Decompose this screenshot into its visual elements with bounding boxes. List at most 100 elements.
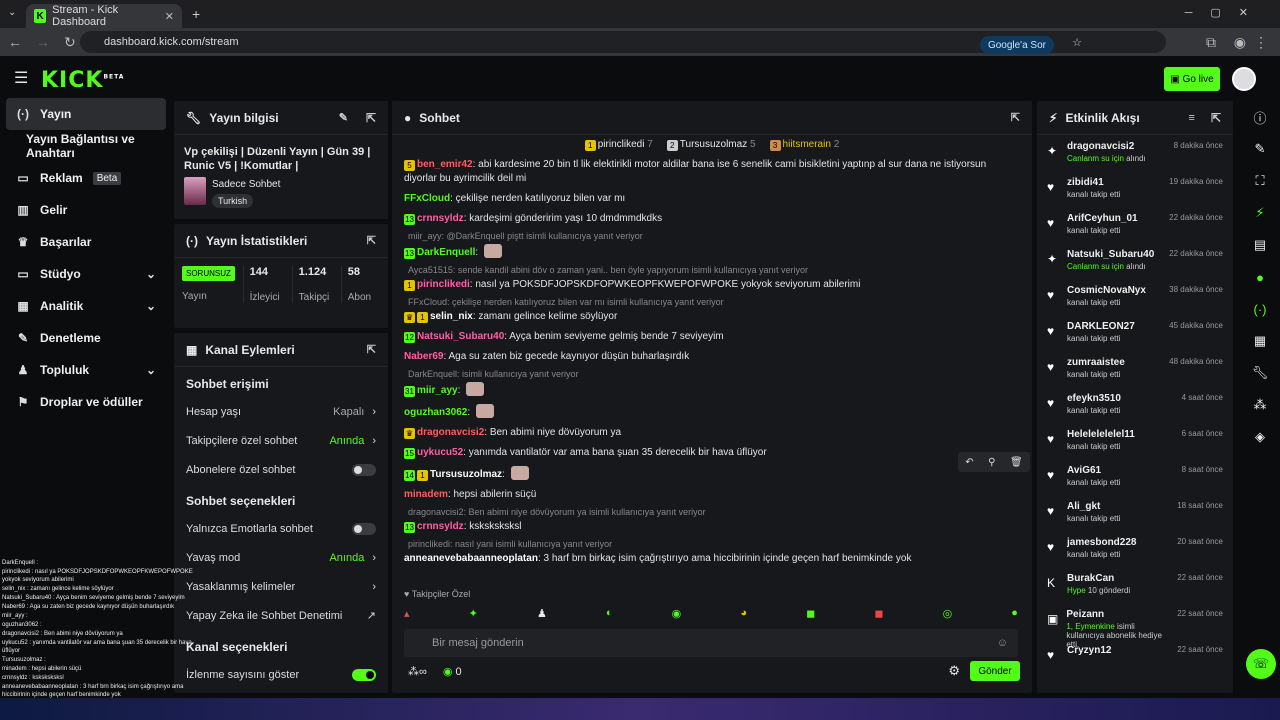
kick-logo[interactable]: KICKBETA [41,68,124,93]
reply-context[interactable]: DarkEnquell: isimli kullanıcıya yanıt ve… [392,367,1032,379]
grid-rail-icon[interactable]: ▦ [1240,325,1280,357]
chat-username[interactable]: dragonavcisi2 [417,427,484,438]
feed-username[interactable]: zumraaistee [1067,357,1125,368]
feed-username[interactable]: BurakCan [1067,573,1130,584]
emote-only-toggle[interactable] [352,522,376,535]
support-chat-icon[interactable]: ☏ [1246,649,1276,679]
stats-popout-icon[interactable]: ⇱ [367,234,376,247]
feed-username[interactable]: dragonavcisi2 [1067,141,1146,152]
chat-message[interactable]: 15 uykucu52: yanımda vantilatör var ama b… [392,443,1032,463]
lightning-rail-icon[interactable]: ⚡︎ [1240,197,1280,229]
chat-username[interactable]: Naber69 [404,351,443,362]
top-gifter-1[interactable]: 1 pirinclikedi 7 [584,139,653,151]
emote-icon[interactable]: ◉ [672,607,682,620]
subs-only-toggle[interactable] [352,463,376,476]
emote-icon[interactable]: ♟ [537,607,547,620]
emote-icon[interactable]: ◕ [740,607,747,620]
sidebar-item-7[interactable]: ✎ Denetleme [0,322,172,354]
chat-username[interactable]: FFxCloud [404,193,450,204]
chat-username[interactable]: crnnsyldz [417,521,464,532]
browser-tab[interactable]: K Stream - Kick Dashboard ✕ [26,4,182,28]
user-avatar[interactable] [1232,67,1256,91]
chat-username[interactable]: pirinclikedi [417,279,470,290]
feed-username[interactable]: AviG61 [1067,465,1120,476]
fullscreen-icon[interactable]: ⛶ [1240,165,1280,197]
delete-action-icon[interactable]: 🗑︎ [1010,457,1023,468]
cluster-infinity-icon[interactable]: ⁂∞ [408,665,427,678]
reload-icon[interactable]: ↻ [64,34,76,51]
category-thumbnail[interactable] [184,177,206,205]
feed-username[interactable]: Ali_gkt [1067,501,1120,512]
feed-item[interactable]: ♥ AviG61 kanalı takip etti 8 saat önce [1037,459,1233,495]
chat-popout-icon[interactable]: ⇱ [1011,111,1020,124]
emote-icon[interactable]: ◎ [943,607,953,620]
feed-username[interactable]: Peizann [1066,609,1169,620]
slow-mode-row[interactable]: Yavaş mod Anında › [174,543,388,572]
forward-icon[interactable]: → [36,34,50,50]
chat-message[interactable]: 1 pirinclikedi: nasıl ya POKSDFJOPSKDFOPW… [392,275,1032,295]
emote-icon[interactable]: ✦ [469,607,478,620]
sidebar-item-4[interactable]: ♛ Başarılar [0,226,172,258]
chat-username[interactable]: selin_nix [430,311,473,322]
feed-username[interactable]: jamesbond228 [1067,537,1136,548]
edit-pencil-icon[interactable]: ✎ [339,111,348,124]
reply-context[interactable]: Ayca51515: sende kandil abini döv o zama… [392,263,1032,275]
chat-message[interactable]: oguzhan3062: [392,401,1032,423]
feed-item[interactable]: K BurakCan Hype 10 gönderdi 22 saat önce [1037,567,1233,603]
emoji-picker-icon[interactable]: ☺ [997,637,1008,649]
chat-message[interactable]: anneanevebabaanneoplatan: 3 harf brn bir… [392,549,1032,569]
emote-icon[interactable]: ◼ [806,607,815,620]
chat-username[interactable]: Tursusuzolmaz [430,469,502,480]
document-icon[interactable]: ▤ [1240,229,1280,261]
diamond-rail-icon[interactable]: ◈ [1240,421,1280,453]
chat-username[interactable]: crnnsyldz [417,213,464,224]
chat-username[interactable]: anneanevebabaanneoplatan [404,553,538,564]
chat-message[interactable]: FFxCloud: çekilişe nerden katılıyoruz bi… [392,189,1032,209]
google-sor-button[interactable]: Google'a Sor [979,36,1054,54]
reply-context[interactable]: dragonavcisi2: Ben abimi niye dövüyorum … [392,505,1032,517]
sidebar-item-6[interactable]: ▦ Analitik ⌄ [0,290,172,322]
chat-message[interactable]: 31 miir_ayy: [392,379,1032,401]
feed-username[interactable]: Cryzyn12 [1067,645,1111,656]
send-button[interactable]: Gönder [970,661,1020,681]
feed-username[interactable]: efeykn3510 [1067,393,1121,404]
feed-popout-icon[interactable]: ⇱ [1211,111,1221,125]
chat-rail-icon[interactable]: ● [1240,261,1280,293]
sidebar-item-5[interactable]: ▭ Stüdyo ⌄ [0,258,172,290]
feed-item[interactable]: ♥ efeykn3510 kanalı takip etti 4 saat ön… [1037,387,1233,423]
extensions-icon[interactable]: ⧉ [1206,34,1216,51]
feed-username[interactable]: ArifCeyhun_01 [1067,213,1138,224]
popout-icon[interactable]: ⇱ [366,111,376,125]
cluster-rail-icon[interactable]: ⁂ [1240,389,1280,421]
feed-item[interactable]: ♥ ArifCeyhun_01 kanalı takip etti 22 dak… [1037,207,1233,243]
feed-item[interactable]: ♥ zumraaistee kanalı takip etti 48 dakik… [1037,351,1233,387]
banned-words-row[interactable]: Yasaklanmış kelimeler › [174,572,388,601]
reply-action-icon[interactable]: ↶ [965,457,973,468]
feed-item[interactable]: ♥ Ali_gkt kanalı takip etti 18 saat önce [1037,495,1233,531]
feed-item[interactable]: ♥ Helelelelelel11 kanalı takip etti 6 sa… [1037,423,1233,459]
go-live-button[interactable]: ▣ Go live [1164,67,1220,91]
reply-context[interactable]: FFxCloud: çekilişe nerden katılıyoruz bi… [392,295,1032,307]
sidebar-item-3[interactable]: ▥ Gelir [0,194,172,226]
feed-username[interactable]: Helelelelelel11 [1067,429,1135,440]
bookmark-star-icon[interactable]: ☆ [1072,36,1082,49]
emote-icon[interactable]: ◐ [606,607,613,620]
info-icon[interactable]: ⓘ [1240,101,1280,133]
viewer-count-toggle[interactable] [352,668,376,681]
feed-username[interactable]: CosmicNovaNyx [1067,285,1146,296]
chat-message[interactable]: 13 crnnsyldz: ksksksksksl [392,517,1032,537]
chat-settings-gear-icon[interactable]: ⚙ [948,663,960,679]
pin-action-icon[interactable]: ⚲ [988,457,995,468]
chat-message[interactable]: ♛ 1 selin_nix: zamanı gelince kelime söylü… [392,307,1032,327]
chat-message[interactable]: Naber69: Aga su zaten biz gecede kaynıyo… [392,347,1032,367]
emote-icon[interactable]: ◼ [874,607,883,620]
chat-username[interactable]: oguzhan3062 [404,407,467,418]
top-gifter-3[interactable]: 3 hiitsmerain 2 [769,139,839,151]
feed-item[interactable]: ♥ jamesbond228 kanalı takip etti 20 saat… [1037,531,1233,567]
emote-icon[interactable]: ▴ [404,607,410,620]
chat-input[interactable]: Bir mesaj gönderin ☺ [404,629,1018,657]
chat-message[interactable]: 5 ben_emir42: abi kardesime 20 bin tl lik… [392,155,1032,189]
feed-item[interactable]: ✦ dragonavcisi2 Canlanm su için alındı 8… [1037,135,1233,171]
chat-username[interactable]: Natsuki_Subaru40 [417,331,504,342]
chat-message[interactable]: ♛ dragonavcisi2: Ben abimi niye dövüyorum… [392,423,1032,443]
